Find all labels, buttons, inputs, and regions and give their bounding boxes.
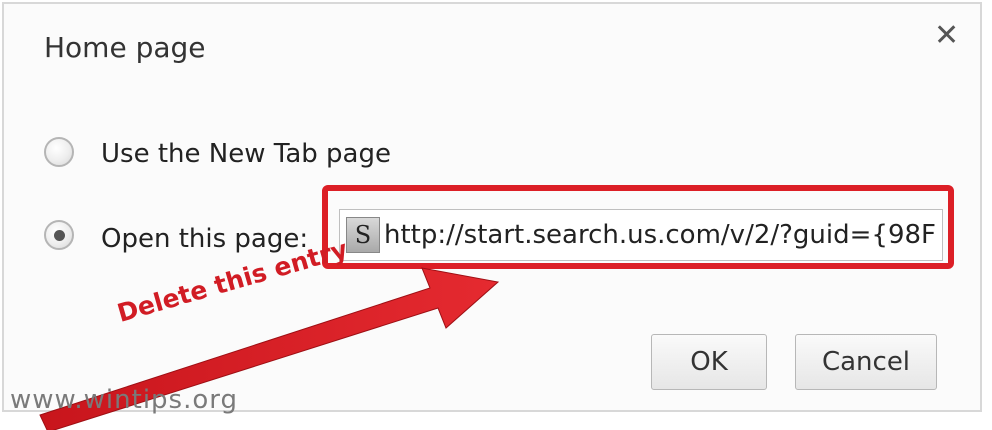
watermark: www.wintips.org	[10, 385, 239, 415]
red-arrow-icon	[39, 267, 500, 430]
